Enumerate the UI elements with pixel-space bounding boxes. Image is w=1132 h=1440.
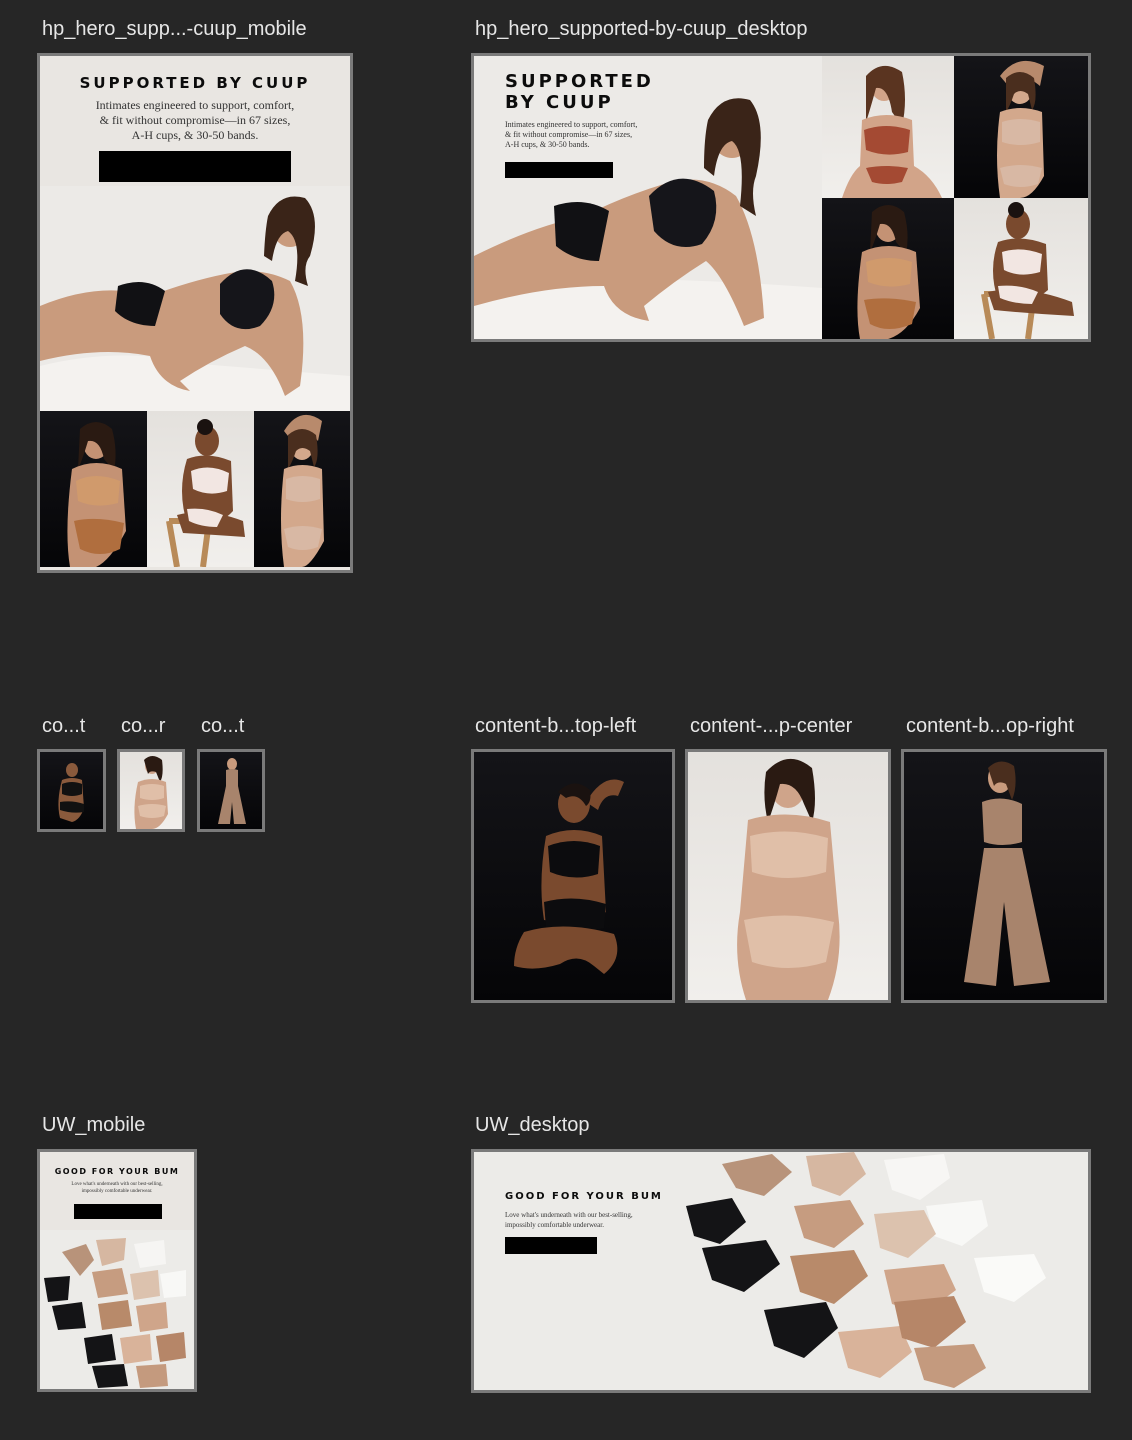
cb-top-right-photo	[904, 752, 1104, 1000]
hero-desktop-subtext: Intimates engineered to support, comfort…	[505, 120, 638, 149]
artboard-hero-mobile[interactable]: SUPPORTED BY CUUP Intimates engineered t…	[37, 53, 353, 573]
artboard-thumb-1[interactable]	[37, 749, 106, 832]
hero-desktop-tile-nude-dark-photo	[954, 56, 1088, 198]
uw-desktop-underwear-photo	[474, 1152, 1088, 1390]
hero-mobile-tile-1-photo	[40, 411, 147, 567]
hero-desktop-tile-chair-photo	[954, 198, 1088, 339]
hero-mobile-main-photo	[40, 186, 350, 411]
artboard-label-cb-top-right[interactable]: content-b...op-right	[906, 714, 1074, 738]
thumb-3-photo	[200, 752, 262, 829]
hero-desktop-cta-button[interactable]	[505, 162, 613, 178]
hero-desktop-headline-line1: SUPPORTED	[505, 71, 654, 92]
uw-mobile-underwear-photo	[40, 1230, 194, 1389]
hero-mobile-tile-2-photo	[147, 411, 254, 567]
artboard-cb-top-center[interactable]	[685, 749, 891, 1003]
artboard-thumb-3[interactable]	[197, 749, 265, 832]
uw-desktop-subtext: Love what's underneath with our best-sel…	[505, 1211, 633, 1229]
artboard-uw-mobile[interactable]: GOOD FOR YOUR BUM Love what's underneath…	[37, 1149, 197, 1392]
artboard-thumb-2[interactable]	[117, 749, 185, 832]
artboard-cb-top-left[interactable]	[471, 749, 675, 1003]
artboard-label-cb-top-center[interactable]: content-...p-center	[690, 714, 852, 738]
thumb-1-photo	[40, 752, 103, 829]
hero-desktop-tile-caramel-photo	[822, 198, 954, 339]
cb-top-center-photo	[688, 752, 888, 1000]
hero-mobile-subtext: Intimates engineered to support, comfort…	[95, 98, 295, 142]
uw-mobile-subtext: Love what's underneath with our best-sel…	[71, 1182, 163, 1194]
artboard-hero-desktop[interactable]: SUPPORTED BY CUUP Intimates engineered t…	[471, 53, 1091, 342]
artboard-label-uw-mobile[interactable]: UW_mobile	[42, 1113, 145, 1137]
hero-mobile-tile-3-photo	[254, 411, 350, 567]
artboard-label-thumb-2[interactable]: co...r	[121, 714, 165, 738]
hero-desktop-headline-line2: BY CUUP	[505, 92, 614, 113]
uw-mobile-cta-button[interactable]	[74, 1204, 162, 1219]
artboard-label-hero-desktop[interactable]: hp_hero_supported-by-cuup_desktop	[475, 17, 807, 41]
uw-desktop-cta-button[interactable]	[505, 1237, 597, 1254]
artboard-uw-desktop[interactable]: GOOD FOR YOUR BUM Love what's underneath…	[471, 1149, 1091, 1393]
uw-desktop-headline: GOOD FOR YOUR BUM	[505, 1191, 663, 1202]
hero-mobile-cta-button[interactable]	[99, 151, 291, 182]
artboard-label-hero-mobile[interactable]: hp_hero_supp...-cuup_mobile	[42, 17, 307, 41]
artboard-cb-top-right[interactable]	[901, 749, 1107, 1003]
hero-mobile-headline: SUPPORTED BY CUUP	[79, 74, 311, 92]
cb-top-left-photo	[474, 752, 672, 1000]
artboard-label-thumb-3[interactable]: co...t	[201, 714, 244, 738]
artboard-label-cb-top-left[interactable]: content-b...top-left	[475, 714, 636, 738]
thumb-2-photo	[120, 752, 182, 829]
artboard-label-thumb-1[interactable]: co...t	[42, 714, 85, 738]
uw-mobile-headline: GOOD FOR YOUR BUM	[54, 1167, 180, 1176]
artboard-label-uw-desktop[interactable]: UW_desktop	[475, 1113, 590, 1137]
hero-desktop-tile-terracotta-photo	[822, 56, 954, 198]
